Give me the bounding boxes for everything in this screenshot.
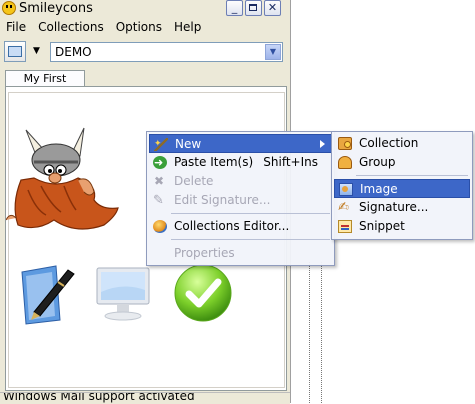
delete-icon [153,172,167,191]
title-bar[interactable]: Smileycons _ ✕ [0,0,290,18]
menu-separator [356,175,468,176]
menu-file[interactable]: File [0,19,32,36]
menu-file-label: File [6,20,27,34]
collection-icon [338,137,352,150]
menu-help[interactable]: Help [168,19,207,36]
chevron-down-icon[interactable]: ▼ [265,44,281,60]
collections-editor-icon [153,220,167,233]
submenu-item-snippet[interactable]: Snippet [334,217,470,236]
paste-icon [153,153,167,172]
tab-my-first-group[interactable]: My First Group [5,70,85,100]
menu-item-edit-signature: Edit Signature... [149,191,332,210]
collection-select[interactable]: DEMO ▼ [50,42,283,62]
maximize-button[interactable] [245,0,262,16]
group-icon [338,156,352,169]
submenu-item-signature[interactable]: Signature... [334,198,470,217]
edit-signature-icon [153,191,167,210]
submenu-item-group[interactable]: Group [334,153,470,172]
menu-item-properties: Properties [149,244,332,263]
menu-item-paste[interactable]: Paste Item(s) Shift+Ins [149,153,332,172]
menu-item-delete-label: Delete [174,174,214,188]
signature-icon [338,198,352,217]
status-bar: Windows Mail support activated [0,392,290,404]
collection-tool-button[interactable] [4,41,26,62]
menu-bar: File Collections Options Help [0,19,290,36]
submenu-item-snippet-label: Snippet [359,219,405,233]
minimize-button[interactable]: _ [226,0,243,16]
submenu-item-collection[interactable]: Collection [334,134,470,153]
collection-select-value: DEMO [55,45,92,59]
monitor-image[interactable] [93,262,155,324]
menu-collections[interactable]: Collections [32,19,110,36]
magic-wand-icon [154,135,168,154]
toolbar: ▼ DEMO ▼ [0,39,290,65]
submenu-item-signature-label: Signature... [359,200,429,214]
submenu-item-image[interactable]: Image [334,179,470,198]
collection-window-icon [8,46,22,57]
splitter-line [321,262,322,403]
pen-document-image[interactable] [18,262,78,326]
smiley-app-icon [2,1,16,15]
submenu-arrow-icon [320,140,325,148]
menu-options-label: Options [115,20,163,34]
menu-collections-label: Collections [38,20,104,34]
maximize-icon [249,4,257,11]
menu-separator [171,239,330,240]
paste-shortcut: Shift+Ins [263,155,318,169]
window-title: Smileycons [19,1,93,16]
menu-separator [171,213,330,214]
menu-item-new[interactable]: New [149,134,332,154]
splitter-line [309,262,310,403]
viking-smiley-image[interactable] [6,120,131,240]
submenu-item-collection-label: Collection [359,136,419,150]
status-text: Windows Mail support activated [3,392,195,403]
menu-help-label: Help [174,20,202,34]
menu-item-edit-signature-label: Edit Signature... [174,193,271,207]
menu-item-collections-editor[interactable]: Collections Editor... [149,217,332,236]
check-mark-image[interactable] [172,262,234,324]
menu-item-properties-label: Properties [174,246,235,260]
close-button[interactable]: ✕ [264,0,281,16]
menu-item-paste-label: Paste Item(s) [174,155,254,169]
menu-item-delete: Delete [149,172,332,191]
menu-item-new-label: New [175,137,202,151]
snippet-icon [338,220,352,233]
context-menu: New Paste Item(s) Shift+Ins Delete Edit … [146,131,335,266]
menu-options[interactable]: Options [110,19,168,36]
tool-dropdown-button[interactable]: ▼ [28,41,45,62]
menu-item-collections-editor-label: Collections Editor... [174,219,290,233]
new-submenu: Collection Group Image Signature... Snip… [331,131,473,240]
submenu-item-image-label: Image [360,182,398,196]
submenu-item-group-label: Group [359,155,396,169]
image-icon [339,183,353,196]
